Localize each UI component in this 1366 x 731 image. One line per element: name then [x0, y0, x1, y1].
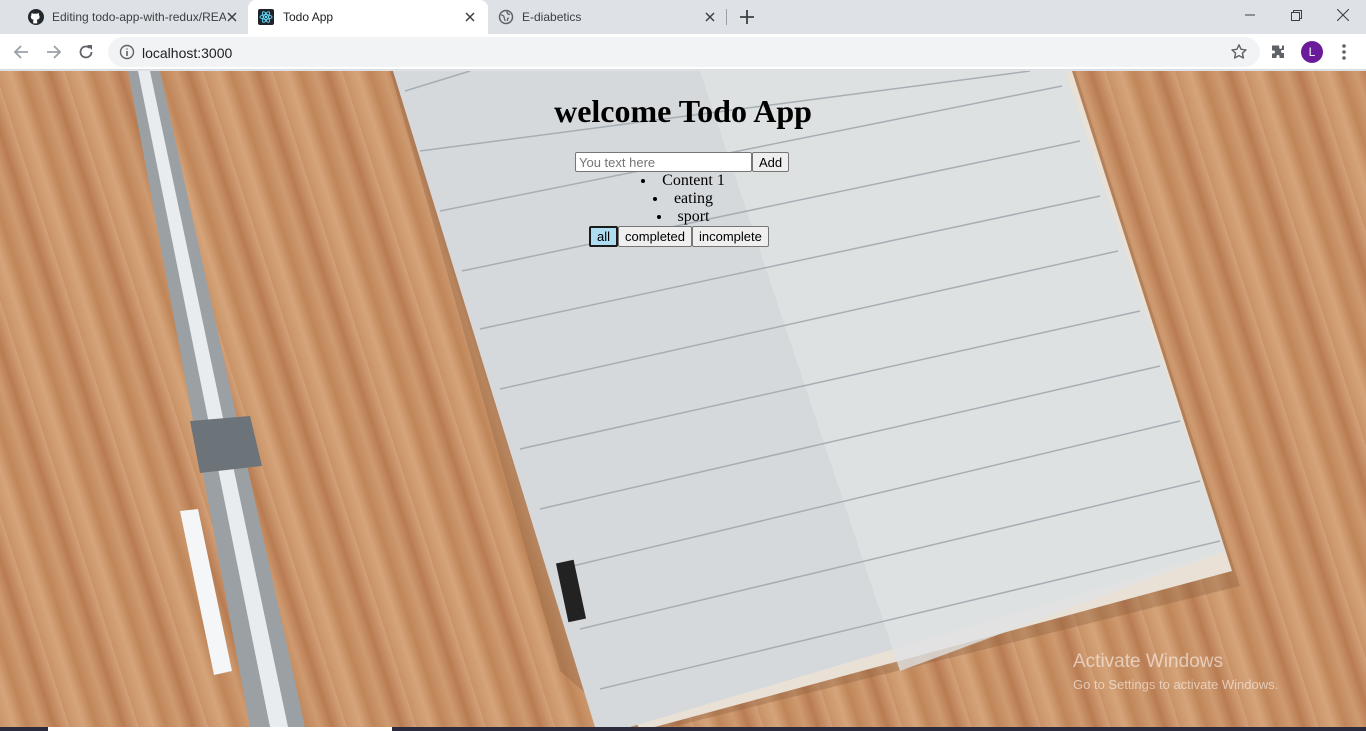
arrow-right-icon	[47, 45, 62, 59]
tab-title: Editing todo-app-with-redux/README	[52, 10, 226, 24]
back-button[interactable]	[11, 42, 31, 62]
restore-icon	[1290, 9, 1302, 21]
watermark-title: Activate Windows	[1073, 651, 1223, 672]
restore-button[interactable]	[1273, 0, 1319, 30]
filter-completed-button[interactable]: completed	[618, 226, 692, 247]
tab-strip: Editing todo-app-with-redux/README Todo …	[0, 0, 1366, 34]
tab-github[interactable]: Editing todo-app-with-redux/README	[8, 0, 244, 34]
extensions-icon[interactable]	[1270, 43, 1288, 61]
todo-input[interactable]	[575, 152, 752, 172]
url-text[interactable]: localhost:3000	[142, 45, 232, 61]
tab-todo-app[interactable]: Todo App	[248, 0, 488, 34]
plus-icon	[740, 10, 754, 24]
reload-icon	[79, 45, 93, 59]
close-icon[interactable]	[462, 9, 478, 25]
info-icon[interactable]	[119, 44, 135, 60]
list-item: eating	[0, 190, 1366, 208]
tab-title: Todo App	[283, 10, 334, 24]
tab-e-diabetics[interactable]: E-diabetics	[488, 0, 724, 34]
minimize-button[interactable]	[1227, 0, 1273, 30]
add-button[interactable]: Add	[752, 152, 790, 172]
list-item: sport	[0, 208, 1366, 226]
forward-button[interactable]	[44, 42, 64, 62]
list-item: Content 1	[0, 172, 1366, 190]
more-menu-icon[interactable]	[1336, 43, 1352, 61]
add-todo-form: Add	[575, 152, 790, 173]
close-icon[interactable]	[224, 9, 240, 25]
bookmark-star-icon[interactable]	[1230, 43, 1248, 61]
windows-activation-watermark: Activate Windows Go to Settings to activ…	[1073, 651, 1278, 692]
page-viewport: welcome Todo App Add Content 1 eating sp…	[0, 71, 1366, 727]
filter-all-button[interactable]: all	[589, 226, 619, 247]
browser-toolbar: localhost:3000	[0, 34, 1366, 70]
filter-incomplete-button[interactable]: incomplete	[692, 226, 769, 247]
watermark-subtitle: Go to Settings to activate Windows.	[1073, 677, 1279, 692]
close-icon[interactable]	[702, 9, 718, 25]
taskbar-edge	[0, 727, 1366, 731]
close-window-button[interactable]	[1320, 0, 1366, 30]
filter-bar: all completed incomplete	[589, 226, 769, 247]
globe-icon	[498, 9, 514, 25]
todo-list: Content 1 eating sport	[0, 172, 1366, 226]
taskbar-highlight	[48, 727, 392, 731]
address-bar[interactable]: localhost:3000	[108, 37, 1260, 67]
profile-avatar[interactable]: L	[1301, 41, 1323, 63]
react-icon	[258, 9, 274, 25]
github-icon	[28, 9, 44, 25]
arrow-left-icon	[13, 45, 28, 59]
minimize-icon	[1245, 14, 1255, 16]
tab-divider	[726, 9, 727, 25]
tab-title: E-diabetics	[522, 10, 582, 24]
reload-button[interactable]	[76, 42, 96, 62]
page-title: welcome Todo App	[554, 93, 812, 129]
new-tab-button[interactable]	[738, 8, 756, 26]
close-icon	[1337, 9, 1349, 21]
